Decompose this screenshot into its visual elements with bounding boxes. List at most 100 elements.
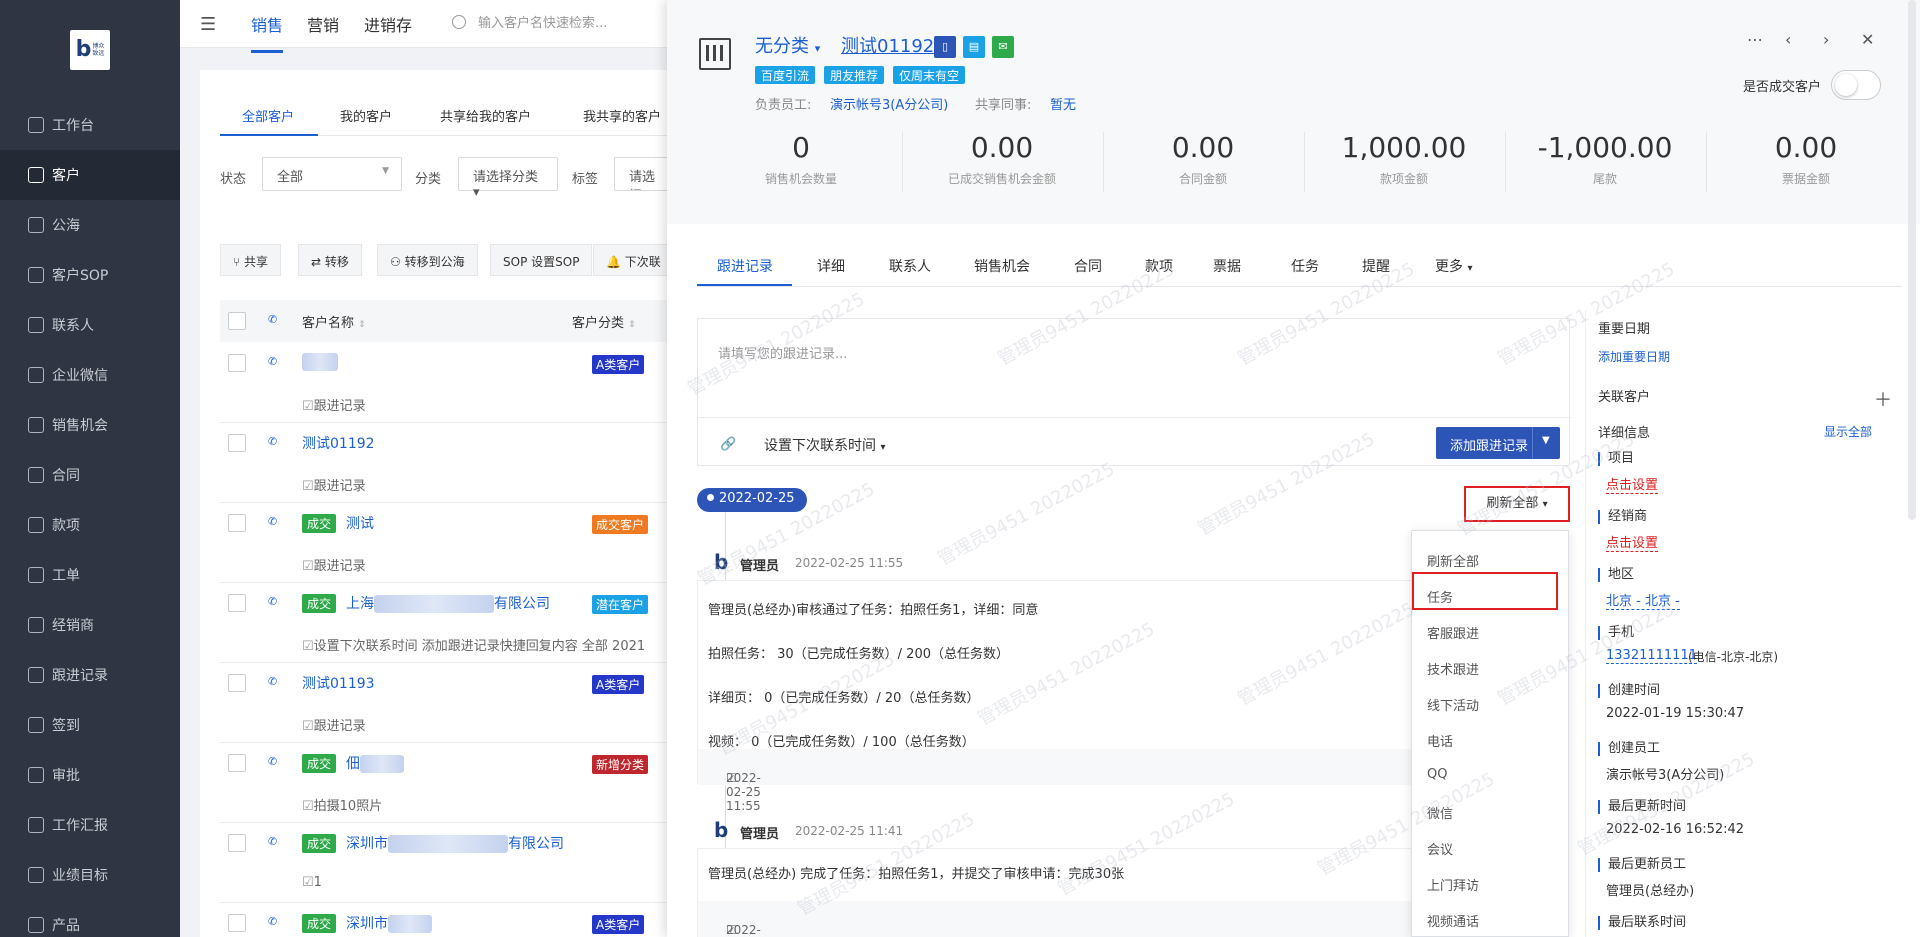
table-row[interactable]: ✆ 测试01193 A类客户 <box>220 663 670 703</box>
table-row[interactable]: ✆ A类客户 <box>220 343 670 383</box>
add-related-icon[interactable]: ＋ <box>1874 386 1892 412</box>
table-row[interactable]: ✆ 成交 深圳市 有限公司 <box>220 823 670 863</box>
mobile-icon[interactable]: ▯ <box>934 36 956 58</box>
refresh-all-dropdown[interactable]: 刷新全部 ▾ <box>1464 486 1570 522</box>
sidebar-item-9[interactable]: 工单 <box>0 550 180 600</box>
customer-name-link[interactable]: 上海 有限公司 <box>346 593 550 613</box>
row-checkbox[interactable] <box>228 354 246 372</box>
row-checkbox[interactable] <box>228 594 246 612</box>
phone-icon[interactable]: ✆ <box>268 595 278 608</box>
phone-icon[interactable]: ✆ <box>268 435 278 448</box>
sidebar-item-5[interactable]: 企业微信 <box>0 350 180 400</box>
attachment-icon[interactable]: 🔗 <box>720 437 736 452</box>
sidebar-item-8[interactable]: 款项 <box>0 500 180 550</box>
field-value[interactable]: 点击设置 <box>1606 474 1659 494</box>
share-button[interactable]: ⑂ 共享 <box>220 244 282 276</box>
detail-tab-3[interactable]: 销售机会 <box>974 256 1030 276</box>
phone-icon[interactable]: ✆ <box>268 755 278 768</box>
customer-name-link[interactable]: 测试01193 <box>302 673 375 693</box>
sidebar-item-7[interactable]: 合同 <box>0 450 180 500</box>
detail-tab-0[interactable]: 跟进记录 <box>717 256 773 276</box>
add-followup-button[interactable]: 添加跟进记录 ▼ <box>1436 427 1560 459</box>
menu-item-1[interactable]: 任务 <box>1427 587 1453 606</box>
field-value[interactable]: 北京 - 北京 - <box>1606 590 1680 610</box>
row-checkbox[interactable] <box>228 674 246 692</box>
sidebar-item-4[interactable]: 联系人 <box>0 300 180 350</box>
drawer-scrollbar[interactable] <box>1908 0 1916 520</box>
tab-inventory[interactable]: 进销存 <box>364 12 412 36</box>
classification-dropdown[interactable]: 无分类 ▾ <box>755 32 820 58</box>
email-icon[interactable]: ✉ <box>992 36 1014 58</box>
customer-search[interactable]: 输入客户名快速检索... <box>452 12 607 31</box>
detail-tab-4[interactable]: 合同 <box>1074 256 1102 276</box>
menu-item-9[interactable]: 上门拜访 <box>1427 875 1479 894</box>
sidebar-item-11[interactable]: 跟进记录 <box>0 650 180 700</box>
col-customer-category[interactable]: 客户分类 ⇕ <box>572 312 636 331</box>
move-to-pool-button[interactable]: ⚇ 转移到公海 <box>377 244 478 276</box>
transfer-button[interactable]: ⇄ 转移 <box>298 244 362 276</box>
add-important-date-link[interactable]: 添加重要日期 <box>1598 348 1670 365</box>
customer-name-link[interactable]: 佃 <box>346 753 404 773</box>
next-contact-dropdown[interactable]: 设置下次联系时间 ▾ <box>764 435 885 455</box>
sidebar-item-12[interactable]: 签到 <box>0 700 180 750</box>
row-checkbox[interactable] <box>228 914 246 932</box>
sidebar-item-14[interactable]: 工作汇报 <box>0 800 180 850</box>
customer-name-link[interactable]: 深圳市 有限公司 <box>346 833 564 853</box>
entry-user[interactable]: 管理员 <box>740 555 779 574</box>
entry-user[interactable]: 管理员 <box>740 823 779 842</box>
row-checkbox[interactable] <box>228 754 246 772</box>
menu-item-7[interactable]: 微信 <box>1427 803 1453 822</box>
sidebar-item-1[interactable]: 客户 <box>0 150 180 200</box>
show-all-link[interactable]: 显示全部 <box>1824 423 1872 440</box>
sidebar-item-3[interactable]: 客户SOP <box>0 250 180 300</box>
sidebar-item-6[interactable]: 销售机会 <box>0 400 180 450</box>
table-row[interactable]: ✆ 测试01192 <box>220 423 670 463</box>
table-row[interactable]: ✆ 成交 测试 成交客户 <box>220 503 670 543</box>
select-all-checkbox[interactable] <box>228 312 246 330</box>
customer-name-title[interactable]: 测试01192 <box>841 32 934 58</box>
phone-icon[interactable]: ✆ <box>268 915 278 928</box>
menu-collapse-icon[interactable]: ☰ <box>200 14 216 35</box>
menu-item-3[interactable]: 技术跟进 <box>1427 659 1479 678</box>
table-row[interactable]: ✆ 成交 上海 有限公司 潜在客户 <box>220 583 670 623</box>
row-checkbox[interactable] <box>228 434 246 452</box>
category-filter-select[interactable]: 请选择分类 ▾ <box>458 157 558 200</box>
deal-customer-toggle[interactable] <box>1831 70 1881 100</box>
message-icon[interactable]: ▤ <box>963 36 985 58</box>
next-record-icon[interactable]: › <box>1823 30 1829 49</box>
phone-icon[interactable]: ✆ <box>268 835 278 848</box>
customer-name-link[interactable]: 测试01192 <box>302 433 375 453</box>
detail-tab-2[interactable]: 联系人 <box>889 256 931 276</box>
menu-item-2[interactable]: 客服跟进 <box>1427 623 1479 642</box>
row-checkbox[interactable] <box>228 834 246 852</box>
owner-value[interactable]: 演示帐号3(A分公司) <box>830 94 948 113</box>
menu-item-0[interactable]: 刷新全部 <box>1427 551 1479 570</box>
next-contact-button[interactable]: 🔔 下次联 <box>593 244 670 276</box>
detail-tab-7[interactable]: 任务 <box>1291 256 1319 276</box>
sidebar-item-16[interactable]: 产品 <box>0 900 180 937</box>
customer-name-link[interactable]: 测试 <box>346 513 374 533</box>
tab-shared-to-me[interactable]: 共享给我的客户 <box>440 106 531 125</box>
sidebar-item-13[interactable]: 审批 <box>0 750 180 800</box>
sidebar-item-2[interactable]: 公海 <box>0 200 180 250</box>
menu-item-4[interactable]: 线下活动 <box>1427 695 1479 714</box>
prev-record-icon[interactable]: ‹ <box>1785 30 1791 49</box>
table-row[interactable]: ✆ 成交 深圳市 A类客户 <box>220 903 670 937</box>
phone-icon[interactable]: ✆ <box>268 675 278 688</box>
sidebar-item-0[interactable]: 工作台 <box>0 100 180 150</box>
tab-marketing[interactable]: 营销 <box>307 12 339 36</box>
tab-all-customers[interactable]: 全部客户 <box>242 106 294 125</box>
status-filter-select[interactable]: 全部 ▼ <box>262 157 402 191</box>
menu-item-6[interactable]: QQ <box>1427 767 1447 782</box>
phone-icon[interactable]: ✆ <box>268 355 278 368</box>
menu-item-5[interactable]: 电话 <box>1427 731 1453 750</box>
detail-tab-6[interactable]: 票据 <box>1213 256 1241 276</box>
detail-tab-5[interactable]: 款项 <box>1145 256 1173 276</box>
followup-textarea[interactable]: 请填写您的跟进记录... <box>718 343 847 362</box>
colleague-value[interactable]: 暂无 <box>1050 94 1076 113</box>
sidebar-item-10[interactable]: 经销商 <box>0 600 180 650</box>
detail-tab-1[interactable]: 详细 <box>817 256 845 276</box>
sidebar-item-15[interactable]: 业绩目标 <box>0 850 180 900</box>
set-sop-button[interactable]: SOP 设置SOP <box>490 244 593 276</box>
table-row[interactable]: ✆ 成交佃 新增分类 <box>220 743 670 783</box>
